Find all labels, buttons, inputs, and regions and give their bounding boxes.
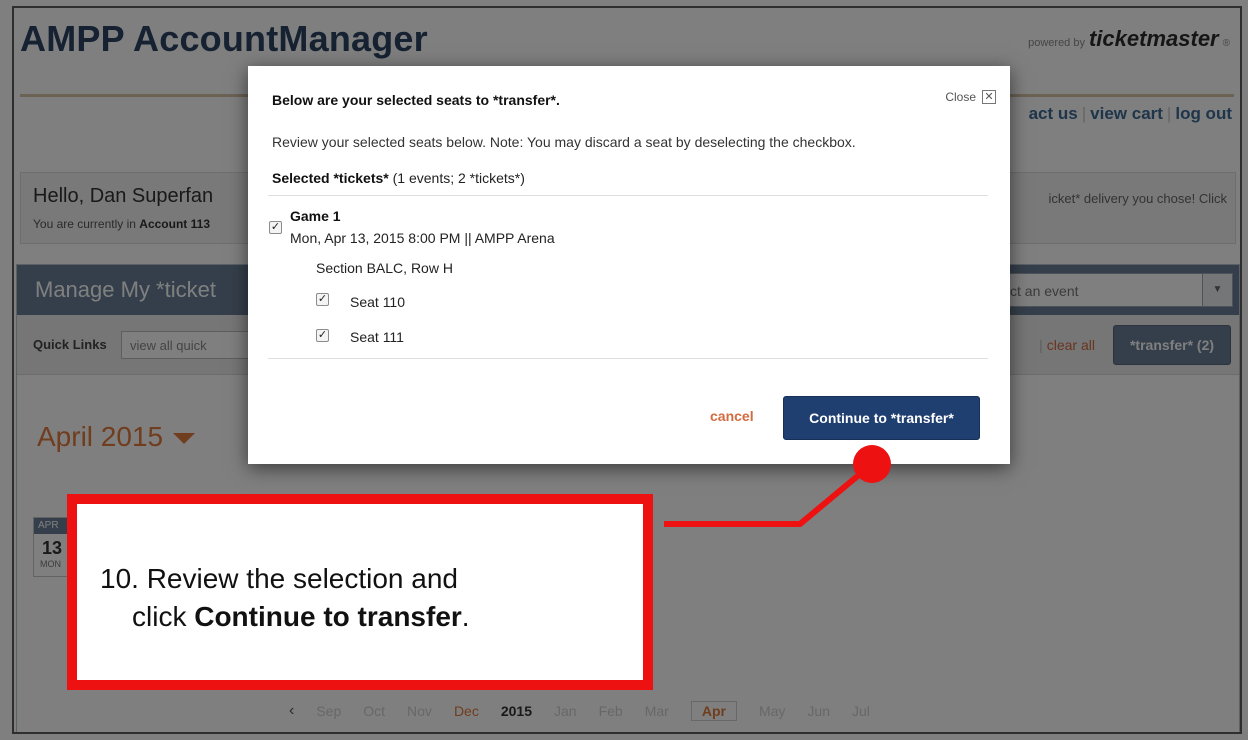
callout-text-line1: 10. Review the selection and [100,563,458,594]
instruction-callout: 10. Review the selection and click Conti… [67,494,653,690]
callout-line [664,461,874,527]
callout-text-line2: click Continue to transfer. [132,601,470,632]
callout-dot [853,445,891,483]
